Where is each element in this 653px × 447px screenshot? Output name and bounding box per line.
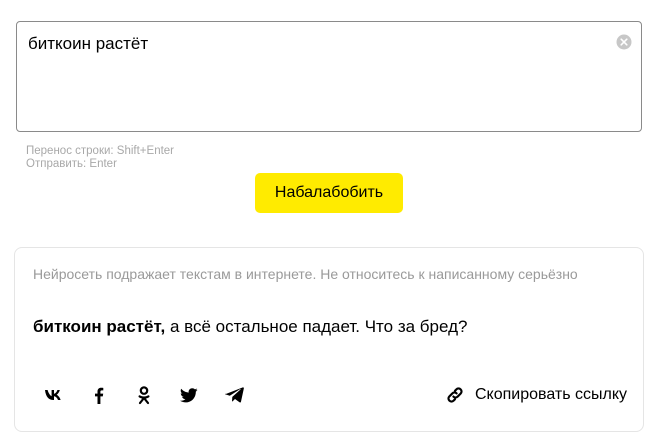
keyboard-hints: Перенос строки: Shift+Enter Отправить: E… — [26, 145, 174, 171]
clear-circle-icon[interactable] — [616, 34, 632, 50]
vk-icon[interactable] — [43, 384, 65, 406]
disclaimer-text: Нейросеть подражает текстам в интернете.… — [33, 266, 578, 282]
copy-link-label: Скопировать ссылку — [474, 386, 627, 403]
odnoklassniki-icon[interactable] — [133, 384, 155, 406]
query-text[interactable]: биткоин растёт — [28, 34, 148, 54]
link-icon — [445, 385, 465, 405]
facebook-icon[interactable] — [88, 384, 110, 406]
hint-send: Отправить: Enter — [26, 158, 117, 170]
query-echo: биткоин растёт, — [33, 317, 166, 336]
generated-continuation: а всё остальное падает. Что за бред? — [165, 317, 468, 336]
share-buttons — [43, 384, 268, 406]
hint-line-break: Перенос строки: Shift+Enter — [26, 145, 175, 157]
page: биткоин растёт Перенос строки: Shift+Ent… — [0, 0, 653, 447]
generated-text: биткоин растёт, а всё остальное падает. … — [33, 317, 467, 337]
result-card: Нейросеть подражает текстам в интернете.… — [14, 247, 644, 432]
twitter-icon[interactable] — [178, 384, 200, 406]
query-textarea[interactable]: биткоин растёт — [16, 21, 642, 132]
copy-link-button[interactable]: Скопировать ссылку — [445, 384, 627, 406]
submit-button[interactable]: Набалабобить — [255, 173, 403, 213]
telegram-icon[interactable] — [223, 384, 245, 406]
